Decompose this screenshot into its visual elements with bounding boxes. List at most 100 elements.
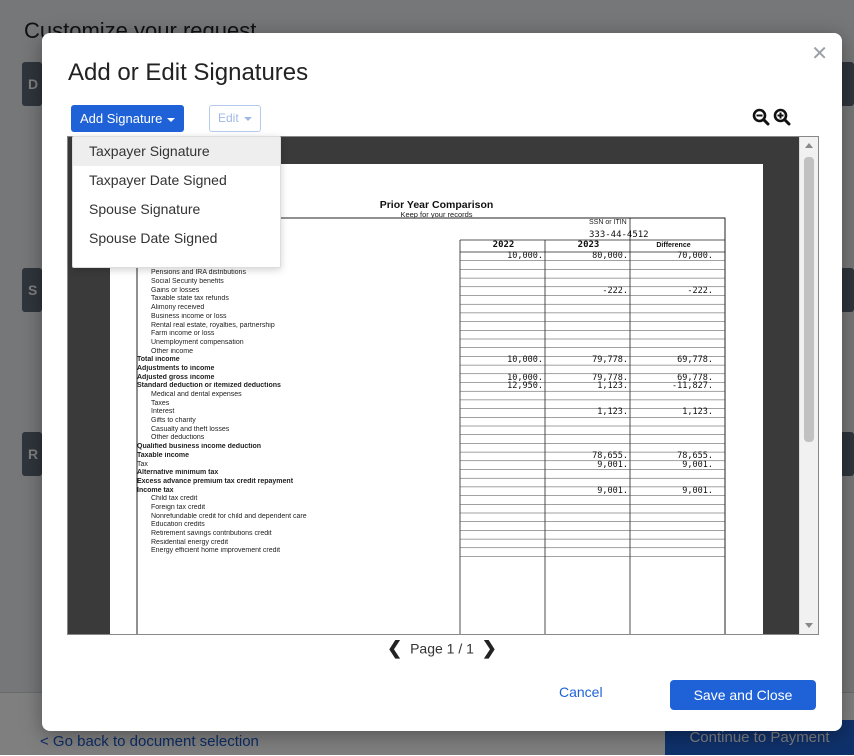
scroll-thumb[interactable] xyxy=(804,157,814,442)
row-label: Adjusted gross income xyxy=(137,373,215,381)
row-label: Residential energy credit xyxy=(151,538,229,546)
add-signature-menu: Taxpayer Signature Taxpayer Date Signed … xyxy=(72,136,281,268)
row-label: Education credits xyxy=(151,521,205,529)
row-label: Alternative minimum tax xyxy=(137,469,219,477)
value-2022: 10,000. xyxy=(507,355,543,366)
row-label: Unemployment compensation xyxy=(151,338,244,346)
value-difference: 9,001. xyxy=(682,459,713,470)
menu-item-taxpayer-date-signed[interactable]: Taxpayer Date Signed xyxy=(73,166,280,195)
row-label: Tax xyxy=(137,460,148,468)
caret-down-icon xyxy=(167,117,176,122)
table-row: Pensions and IRA distributions xyxy=(137,269,697,278)
table-row: Retirement savings contributions credit xyxy=(137,530,697,539)
table-row: Income tax 9,001. 9,001. xyxy=(137,485,713,496)
value-difference: 1,123. xyxy=(682,407,713,418)
table-row: Gifts to charity xyxy=(137,417,697,426)
table-row: Taxable state tax refunds xyxy=(137,295,697,304)
value-2022: 10,000. xyxy=(507,251,543,261)
row-label: Taxes xyxy=(151,399,170,407)
table-row: Unemployment compensation xyxy=(137,339,697,348)
value-2023: 1,123. xyxy=(597,407,628,418)
table-row: Total income 10,000. 79,778. 69,778. xyxy=(137,355,713,366)
table-row: Rental real estate, royalties, partnersh… xyxy=(137,322,697,331)
table-row: Interest 1,123. 1,123. xyxy=(137,407,713,418)
ssn-label: SSN or ITIN xyxy=(589,219,627,226)
table-row: Nonrefundable credit for child and depen… xyxy=(137,513,697,522)
table-row: Residential energy credit xyxy=(137,539,697,548)
row-label: Taxable income xyxy=(137,451,190,459)
add-signature-button[interactable]: Add Signature xyxy=(71,105,185,132)
value-difference: -11,827. xyxy=(672,381,713,392)
cancel-button[interactable]: Cancel xyxy=(559,684,603,700)
table-row: Medical and dental expenses xyxy=(137,391,697,400)
row-label: Child tax credit xyxy=(151,495,198,503)
table-row: Alimony received xyxy=(137,304,697,313)
zoom-in-icon[interactable] xyxy=(773,108,791,126)
menu-item-spouse-signature[interactable]: Spouse Signature xyxy=(73,195,280,224)
row-label: Other deductions xyxy=(151,434,205,442)
value-2023: 1,123. xyxy=(597,381,628,392)
column-header-difference: Difference xyxy=(656,242,691,249)
value-difference: 70,000. xyxy=(677,251,713,261)
row-label: Gains or losses xyxy=(151,286,200,294)
table-row: Tax 9,001. 9,001. xyxy=(137,459,713,470)
page-indicator: Page 1 / 1 xyxy=(410,640,474,657)
row-label: Excess advance premium tax credit repaym… xyxy=(137,477,294,485)
caret-down-icon xyxy=(243,116,252,121)
value-2023: 9,001. xyxy=(597,459,628,470)
table-row: Alternative minimum tax xyxy=(137,469,697,478)
value-2023: -222. xyxy=(602,285,628,296)
row-label: Alimony received xyxy=(151,304,205,312)
value-2023: 9,001. xyxy=(597,485,628,496)
row-label: Interest xyxy=(151,408,175,416)
modal-title: Add or Edit Signatures xyxy=(68,59,309,86)
row-label: Energy efficient home improvement credit xyxy=(151,547,281,555)
row-label: Farm income or loss xyxy=(151,330,215,338)
edit-label: Edit xyxy=(218,111,239,125)
row-label: Rental real estate, royalties, partnersh… xyxy=(151,321,275,329)
chevron-right-icon[interactable]: ❯ xyxy=(478,638,501,659)
table-row: Education credits xyxy=(137,521,697,530)
row-label: Foreign tax credit xyxy=(151,503,206,511)
signatures-modal: Add or Edit Signatures ✕ Add Signature E… xyxy=(42,33,842,731)
value-difference: 9,001. xyxy=(682,485,713,496)
value-2023: 79,778. xyxy=(592,355,628,366)
table-row: Child tax credit xyxy=(137,495,697,504)
value-2022: 12,950. xyxy=(507,381,543,392)
row-label: Taxable state tax refunds xyxy=(151,295,229,303)
row-label: Nonrefundable credit for child and depen… xyxy=(151,512,307,520)
menu-item-spouse-date-signed[interactable]: Spouse Date Signed xyxy=(73,224,280,253)
row-label: Adjustments to income xyxy=(137,364,215,372)
table-row: Farm income or loss xyxy=(137,330,697,339)
edit-button[interactable]: Edit xyxy=(209,105,261,132)
row-label: Business income or loss xyxy=(151,312,227,320)
scroll-up-icon[interactable] xyxy=(805,143,813,148)
pager: ❮ Page 1 / 1 ❯ xyxy=(42,638,842,659)
value-2023: 80,000. xyxy=(592,251,628,261)
viewer-scrollbar[interactable] xyxy=(799,137,818,634)
row-label: Total income xyxy=(137,356,180,364)
scroll-down-icon[interactable] xyxy=(805,623,813,628)
chevron-left-icon[interactable]: ❮ xyxy=(383,638,406,659)
table-row: Energy efficient home improvement credit xyxy=(137,547,697,556)
row-label: Other income xyxy=(151,347,194,355)
close-icon[interactable]: ✕ xyxy=(811,41,828,66)
ssn-value: 333-44-4512 xyxy=(589,230,649,240)
row-label: Income tax xyxy=(137,486,174,494)
table-row: Foreign tax credit xyxy=(137,504,697,513)
row-label: Pensions and IRA distributions xyxy=(151,269,246,277)
table-row: Other deductions xyxy=(137,434,697,443)
table-row: Standard deduction or itemized deduction… xyxy=(137,381,713,392)
zoom-out-icon[interactable] xyxy=(752,108,770,126)
row-label: Casualty and theft losses xyxy=(151,425,230,433)
row-label: Qualified business income deduction xyxy=(137,443,262,451)
row-label: Retirement savings contributions credit xyxy=(151,530,272,537)
value-difference: 69,778. xyxy=(677,355,713,366)
save-and-close-button[interactable]: Save and Close xyxy=(670,680,816,710)
row-label: Social Security benefits xyxy=(151,278,224,286)
row-label: Gifts to charity xyxy=(151,417,196,425)
table-row: Business income or loss xyxy=(137,313,697,322)
column-header-2023: 2023 xyxy=(577,240,600,250)
value-difference: -222. xyxy=(687,285,713,296)
menu-item-taxpayer-signature[interactable]: Taxpayer Signature xyxy=(73,137,280,166)
